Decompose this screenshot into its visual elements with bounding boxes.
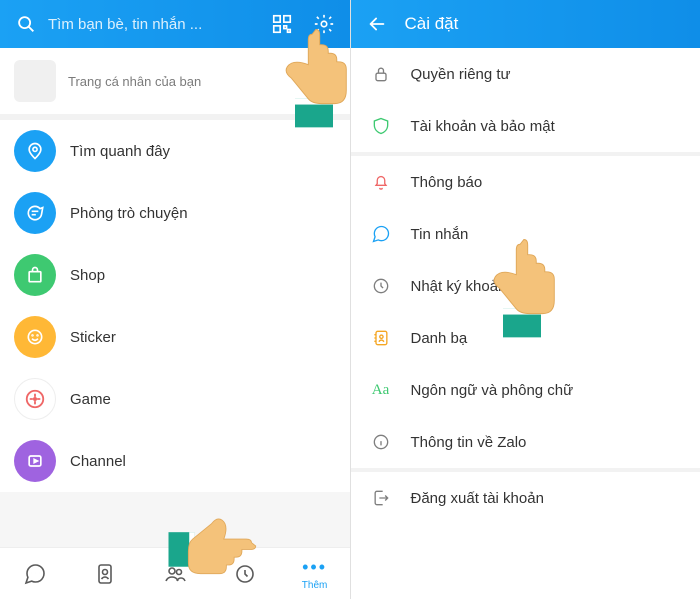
settings-pane: Cài đặt Quyền riêng tư Tài khoản và bảo … — [351, 0, 700, 599]
setting-timeline[interactable]: Nhật ký khoảnh khắc — [351, 260, 700, 312]
search-input[interactable] — [48, 16, 260, 33]
menu-label: Phòng trò chuyện — [70, 205, 188, 222]
spacer — [0, 492, 350, 547]
header — [0, 0, 350, 48]
setting-account[interactable]: Tài khoản và bảo mật — [351, 100, 700, 152]
logout-icon — [369, 486, 393, 510]
menu-sticker[interactable]: Sticker — [0, 306, 350, 368]
shop-icon — [14, 254, 56, 296]
contacts-icon — [369, 326, 393, 350]
menu-game[interactable]: Game — [0, 368, 350, 430]
bottom-tabs: ••• Thêm — [0, 547, 350, 599]
setting-label: Danh bạ — [411, 330, 468, 347]
setting-label: Tin nhắn — [411, 226, 469, 243]
bell-icon — [369, 170, 393, 194]
tab-more-label: Thêm — [302, 580, 328, 591]
menu-label: Shop — [70, 267, 105, 284]
tab-contacts[interactable] — [70, 548, 140, 599]
tab-groups[interactable] — [140, 548, 210, 599]
search-icon[interactable] — [12, 10, 40, 38]
game-icon — [14, 378, 56, 420]
setting-contacts[interactable]: Danh bạ — [351, 312, 700, 364]
setting-label: Ngôn ngữ và phông chữ — [411, 382, 574, 399]
setting-label: Tài khoản và bảo mật — [411, 118, 555, 135]
setting-label: Thông tin về Zalo — [411, 434, 527, 451]
settings-title: Cài đặt — [405, 14, 459, 34]
setting-about[interactable]: Thông tin về Zalo — [351, 416, 700, 468]
setting-label: Đăng xuất tài khoản — [411, 490, 544, 507]
menu-chatroom[interactable]: Phòng trò chuyện — [0, 182, 350, 244]
message-icon — [369, 222, 393, 246]
setting-language[interactable]: Aa Ngôn ngữ và phông chữ — [351, 364, 700, 416]
settings-icon[interactable] — [310, 10, 338, 38]
setting-label: Quyền riêng tư — [411, 66, 511, 83]
clock-icon — [369, 274, 393, 298]
smile-icon — [14, 316, 56, 358]
tab-timeline[interactable] — [210, 548, 280, 599]
chat-icon — [14, 192, 56, 234]
menu-shop[interactable]: Shop — [0, 244, 350, 306]
setting-notifications[interactable]: Thông báo — [351, 156, 700, 208]
language-icon: Aa — [369, 378, 393, 402]
qr-icon[interactable] — [268, 10, 296, 38]
setting-logout[interactable]: Đăng xuất tài khoản — [351, 472, 700, 524]
back-icon[interactable] — [363, 10, 391, 38]
settings-list: Quyền riêng tư Tài khoản và bảo mật Thôn… — [351, 48, 700, 599]
profile-row[interactable]: Trang cá nhân của bạn + — [0, 48, 350, 114]
menu-nearby[interactable]: Tìm quanh đây — [0, 120, 350, 182]
shield-icon — [369, 114, 393, 138]
info-icon — [369, 430, 393, 454]
tab-more[interactable]: ••• Thêm — [280, 548, 350, 599]
menu-label: Game — [70, 391, 111, 408]
setting-label: Thông báo — [411, 174, 483, 191]
setting-messages[interactable]: Tin nhắn — [351, 208, 700, 260]
menu-label: Sticker — [70, 329, 116, 346]
menu-label: Channel — [70, 453, 126, 470]
setting-label: Nhật ký khoảnh khắc — [411, 278, 551, 295]
channel-icon — [14, 440, 56, 482]
avatar — [14, 60, 56, 102]
lock-icon — [369, 62, 393, 86]
menu-channel[interactable]: Channel — [0, 430, 350, 492]
tab-messages[interactable] — [0, 548, 70, 599]
setting-privacy[interactable]: Quyền riêng tư — [351, 48, 700, 100]
more-pane: Trang cá nhân của bạn + Tìm quanh đây Ph… — [0, 0, 350, 599]
settings-header: Cài đặt — [351, 0, 700, 48]
location-icon — [14, 130, 56, 172]
profile-caption: Trang cá nhân của bạn — [68, 74, 201, 89]
add-badge[interactable]: + — [327, 62, 335, 78]
menu-label: Tìm quanh đây — [70, 143, 170, 160]
more-dots-icon: ••• — [302, 557, 327, 578]
